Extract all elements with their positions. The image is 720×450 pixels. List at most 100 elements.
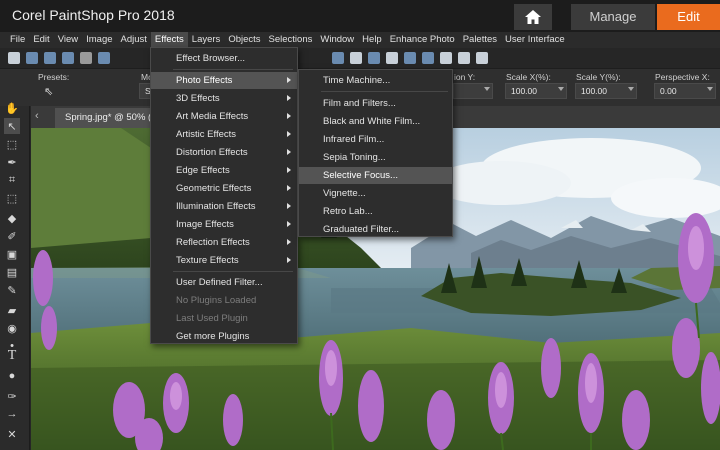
geometric-effects-item[interactable]: Geometric Effects [151, 180, 297, 197]
grid-icon[interactable] [26, 52, 38, 64]
pick-icon[interactable]: ↖ [4, 118, 20, 134]
selective-focus-item[interactable]: Selective Focus... [299, 167, 452, 184]
graduated-filter-item[interactable]: Graduated Filter... [299, 221, 452, 238]
menu-layers[interactable]: Layers [188, 32, 225, 48]
menu-bar: File Edit View Image Adjust Effects Laye… [0, 32, 720, 48]
sepia-toning-item[interactable]: Sepia Toning... [299, 149, 452, 166]
artistic-effects-label: Artistic Effects [176, 129, 237, 140]
toolbar-icon-d[interactable] [386, 52, 398, 64]
menu-enhance-photo[interactable]: Enhance Photo [386, 32, 459, 48]
illumination-effects-label: Illumination Effects [176, 201, 256, 212]
perspective-x-value: 0.00 [660, 86, 677, 96]
tab-manage[interactable]: Manage [571, 4, 655, 30]
retro-lab-item[interactable]: Retro Lab... [299, 203, 452, 220]
toolbar-icon-b[interactable] [350, 52, 362, 64]
position-y-field[interactable] [453, 83, 493, 99]
texture-effects-item[interactable]: Texture Effects [151, 252, 297, 269]
scale-x-field[interactable]: 100.00 [505, 83, 567, 99]
zoom-in-icon[interactable] [404, 52, 416, 64]
submenu-arrow-icon [287, 113, 291, 119]
menu-adjust[interactable]: Adjust [117, 32, 151, 48]
tools-palette: ✋ ↖ ⬚ ✒ ⌗ ⬚ ◆ ✐ ▣ ▤ ✎ ▰ ◉ • T ● ✑ → ✕ [0, 103, 30, 450]
warp-icon[interactable]: → [4, 406, 20, 422]
pan-icon[interactable]: ✋ [4, 100, 20, 116]
eraser-icon[interactable]: ▰ [4, 302, 20, 318]
reflection-effects-item[interactable]: Reflection Effects [151, 234, 297, 251]
brush-icon[interactable]: ✐ [4, 228, 20, 244]
submenu-arrow-icon [287, 149, 291, 155]
black-and-white-film-item[interactable]: Black and White Film... [299, 113, 452, 130]
illumination-effects-item[interactable]: Illumination Effects [151, 198, 297, 215]
pick-arrow-icon[interactable]: ⇖ [44, 85, 53, 98]
share-icon[interactable] [98, 52, 110, 64]
scratch-icon[interactable]: ✕ [4, 426, 20, 442]
menu-palettes[interactable]: Palettes [459, 32, 501, 48]
last-used-plugin-label: Last Used Plugin [176, 313, 248, 324]
dropper-icon[interactable]: ✒ [4, 154, 20, 170]
toolbar-icon-a[interactable] [332, 52, 344, 64]
chevron-left-icon[interactable]: ‹ [35, 110, 39, 122]
menu-help[interactable]: Help [358, 32, 386, 48]
fill-icon[interactable]: ◉ [4, 320, 20, 336]
vignette-item[interactable]: Vignette... [299, 185, 452, 202]
gradient-icon[interactable]: ▤ [4, 264, 20, 280]
menu-objects[interactable]: Objects [224, 32, 264, 48]
shape-icon[interactable]: ● [4, 368, 20, 384]
image-effects-item[interactable]: Image Effects [151, 216, 297, 233]
scale-y-field[interactable]: 100.00 [575, 83, 637, 99]
selection-icon[interactable]: ⬚ [4, 136, 20, 152]
menu-effects[interactable]: Effects [150, 32, 188, 48]
paintshop-window: Corel PaintShop Pro 2018 Manage Edit Fil… [0, 0, 720, 450]
time-machine-item[interactable]: Time Machine... [299, 72, 452, 89]
text-icon[interactable]: T [4, 348, 20, 364]
menu-separator [321, 91, 448, 92]
effect-browser-item[interactable]: Effect Browser... [151, 50, 297, 67]
3d-effects-item[interactable]: 3D Effects [151, 90, 297, 107]
submenu-arrow-icon [287, 221, 291, 227]
menu-edit[interactable]: Edit [29, 32, 53, 48]
save-icon[interactable] [62, 52, 74, 64]
edge-effects-item[interactable]: Edge Effects [151, 162, 297, 179]
scale-y-label: Scale Y(%): [576, 72, 621, 82]
geometric-effects-label: Geometric Effects [176, 183, 252, 194]
presets-label: Presets: [38, 72, 70, 82]
new-file-icon[interactable] [8, 52, 20, 64]
toolbar-icon-g[interactable] [476, 52, 488, 64]
artistic-effects-item[interactable]: Artistic Effects [151, 126, 297, 143]
tab-edit[interactable]: Edit [657, 4, 720, 30]
toolbar-icon-f[interactable] [458, 52, 470, 64]
pen-icon[interactable]: ✑ [4, 388, 20, 404]
crop-icon[interactable]: ⌗ [4, 172, 20, 188]
perspective-x-field[interactable]: 0.00 [654, 83, 716, 99]
home-button[interactable] [514, 4, 552, 30]
vignette-label: Vignette... [323, 188, 366, 199]
menu-image[interactable]: Image [82, 32, 116, 48]
text-color-icon[interactable]: ◆ [4, 210, 20, 226]
menu-selections[interactable]: Selections [265, 32, 317, 48]
distortion-effects-item[interactable]: Distortion Effects [151, 144, 297, 161]
home-icon [525, 10, 541, 24]
user-defined-filter-item[interactable]: User Defined Filter... [151, 274, 297, 291]
menu-user-interface[interactable]: User Interface [501, 32, 569, 48]
menu-window[interactable]: Window [316, 32, 358, 48]
scanner-icon[interactable] [44, 52, 56, 64]
toolbar-icon-e[interactable] [440, 52, 452, 64]
straighten-icon[interactable]: ⬚ [4, 190, 20, 206]
infrared-film-label: Infrared Film... [323, 134, 385, 145]
photo-effects-item[interactable]: Photo Effects [151, 72, 297, 89]
menu-view[interactable]: View [54, 32, 82, 48]
zoom-out-icon[interactable] [422, 52, 434, 64]
print-icon[interactable] [80, 52, 92, 64]
clone-icon[interactable]: ▣ [4, 246, 20, 262]
submenu-arrow-icon [287, 239, 291, 245]
user-defined-filter-label: User Defined Filter... [176, 277, 263, 288]
get-more-plugins-item[interactable]: Get more Plugins [151, 328, 297, 345]
selective-focus-label: Selective Focus... [323, 170, 398, 181]
menu-separator [173, 69, 293, 70]
paint-brush-icon[interactable]: ✎ [4, 282, 20, 298]
toolbar-icon-c[interactable] [368, 52, 380, 64]
infrared-film-item[interactable]: Infrared Film... [299, 131, 452, 148]
art-media-effects-item[interactable]: Art Media Effects [151, 108, 297, 125]
film-and-filters-item[interactable]: Film and Filters... [299, 95, 452, 112]
menu-file[interactable]: File [6, 32, 29, 48]
